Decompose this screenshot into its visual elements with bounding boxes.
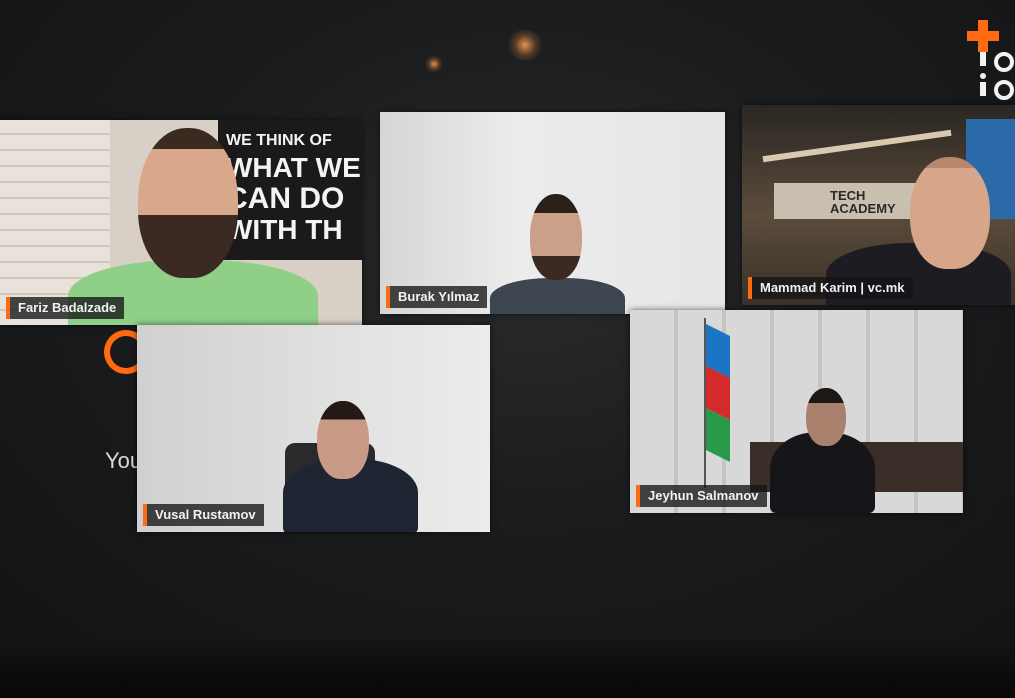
participant-name-tag: Vusal Rustamov [143, 504, 264, 526]
participant-head [317, 401, 369, 479]
ceiling-lights [762, 129, 952, 163]
participant-name-tag: Burak Yılmaz [386, 286, 488, 308]
wall-text-line: WITH TH [226, 214, 343, 245]
ceiling-light-reflection [425, 55, 443, 73]
tech-academy-sign: TECH ACADEMY [774, 183, 924, 219]
video-tile-vusal[interactable]: Vusal Rustamov [137, 325, 490, 532]
participant-name-tag: Fariz Badalzade [6, 297, 125, 319]
video-tile-burak[interactable]: Burak Yılmaz [380, 112, 725, 314]
monitor-screen: You WE THINK OF WHAT WE CAN DO WITH TH F… [0, 0, 1015, 650]
participant-head [138, 128, 238, 278]
participant-body [490, 278, 625, 314]
wall-text-line: WHAT WE [226, 152, 361, 183]
ceiling-light-reflection [505, 30, 545, 60]
participant-head [910, 157, 990, 269]
monitor-bezel [0, 640, 1015, 698]
wall-text-line: WE THINK OF [226, 132, 332, 149]
wall-sign: WE THINK OF WHAT WE CAN DO WITH TH [218, 120, 362, 260]
azerbaijan-flag [704, 318, 730, 488]
video-tile-fariz[interactable]: WE THINK OF WHAT WE CAN DO WITH TH Fariz… [0, 120, 362, 325]
participant-name-tag: Mammad Karim | vc.mk [748, 277, 913, 299]
participant-head [806, 388, 846, 446]
video-tile-mammad[interactable]: TECH ACADEMY Mammad Karim | vc.mk [742, 105, 1015, 305]
participant-head [530, 194, 582, 280]
participant-name-tag: Jeyhun Salmanov [636, 485, 767, 507]
video-tile-jeyhun[interactable]: Jeyhun Salmanov [630, 310, 963, 513]
brand-logo-icon [967, 20, 1014, 100]
wall-text-line: CAN DO [226, 182, 345, 215]
